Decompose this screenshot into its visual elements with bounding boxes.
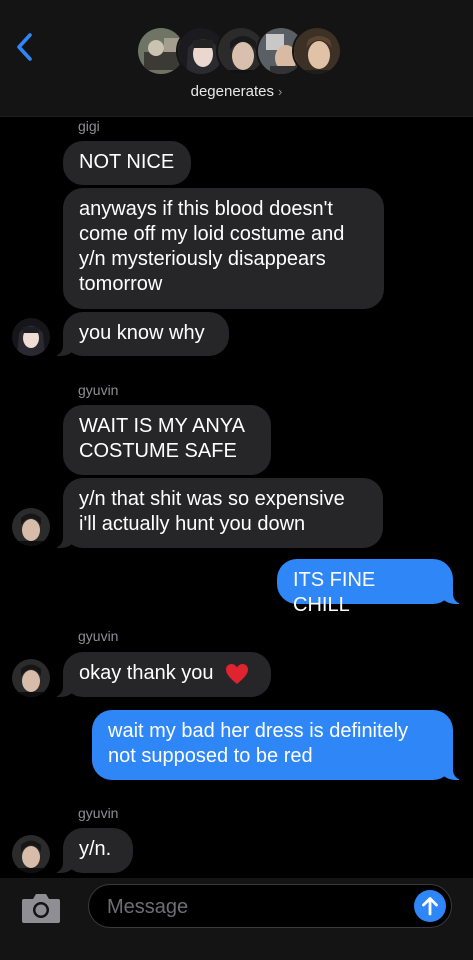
message-bubble[interactable]: anyways if this blood doesn't come off m… [63, 188, 384, 309]
sender-avatar[interactable] [12, 318, 50, 356]
message-bubble-outgoing[interactable]: ITS FINE CHILL [277, 559, 465, 616]
sender-name: gyuvin [78, 805, 119, 821]
message-input-container[interactable] [88, 884, 452, 929]
message-text: wait my bad her dress is definitely not … [108, 720, 409, 767]
message-bubble[interactable]: you know why [51, 312, 229, 356]
send-button[interactable] [414, 890, 446, 922]
sender-name: gigi [78, 118, 100, 134]
message-bubble[interactable]: NOT NICE [63, 141, 191, 185]
group-name[interactable]: degenerates › [0, 83, 473, 100]
sender-avatar[interactable] [12, 508, 50, 546]
sender-avatar[interactable] [12, 835, 50, 873]
heart-emoji-icon [226, 663, 249, 684]
message-bubble[interactable]: WAIT IS MY ANYA COSTUME SAFE [63, 405, 271, 475]
message-composer [0, 878, 473, 960]
message-text: ITS FINE CHILL [293, 569, 376, 616]
sender-name: gyuvin [78, 382, 119, 398]
chevron-right-icon: › [278, 84, 283, 99]
message-text: NOT NICE [79, 151, 175, 173]
message-text: anyways if this blood doesn't come off m… [79, 198, 345, 295]
back-button[interactable] [12, 30, 40, 64]
arrow-up-icon [422, 897, 438, 916]
camera-button[interactable] [20, 891, 62, 925]
message-bubble-outgoing[interactable]: wait my bad her dress is definitely not … [92, 710, 465, 780]
sender-avatar[interactable] [12, 659, 50, 697]
conversation-header: degenerates › [0, 0, 473, 117]
message-text: y/n that shit was so expensive i'll actu… [79, 488, 345, 535]
group-name-label: degenerates [190, 83, 275, 100]
message-text: WAIT IS MY ANYA COSTUME SAFE [79, 415, 244, 462]
chevron-left-icon [17, 33, 32, 61]
message-text: y/n. [79, 838, 112, 860]
message-bubble[interactable]: y/n. [51, 828, 133, 873]
message-text: you know why [79, 322, 205, 344]
message-text: okay thank you [79, 662, 214, 684]
sender-name: gyuvin [78, 628, 119, 644]
message-input[interactable] [105, 885, 409, 929]
group-avatar [292, 26, 342, 76]
message-bubble[interactable]: okay thank you [51, 652, 271, 697]
camera-icon [22, 894, 60, 923]
message-bubble[interactable]: y/n that shit was so expensive i'll actu… [51, 478, 383, 548]
group-avatars[interactable] [136, 26, 342, 78]
